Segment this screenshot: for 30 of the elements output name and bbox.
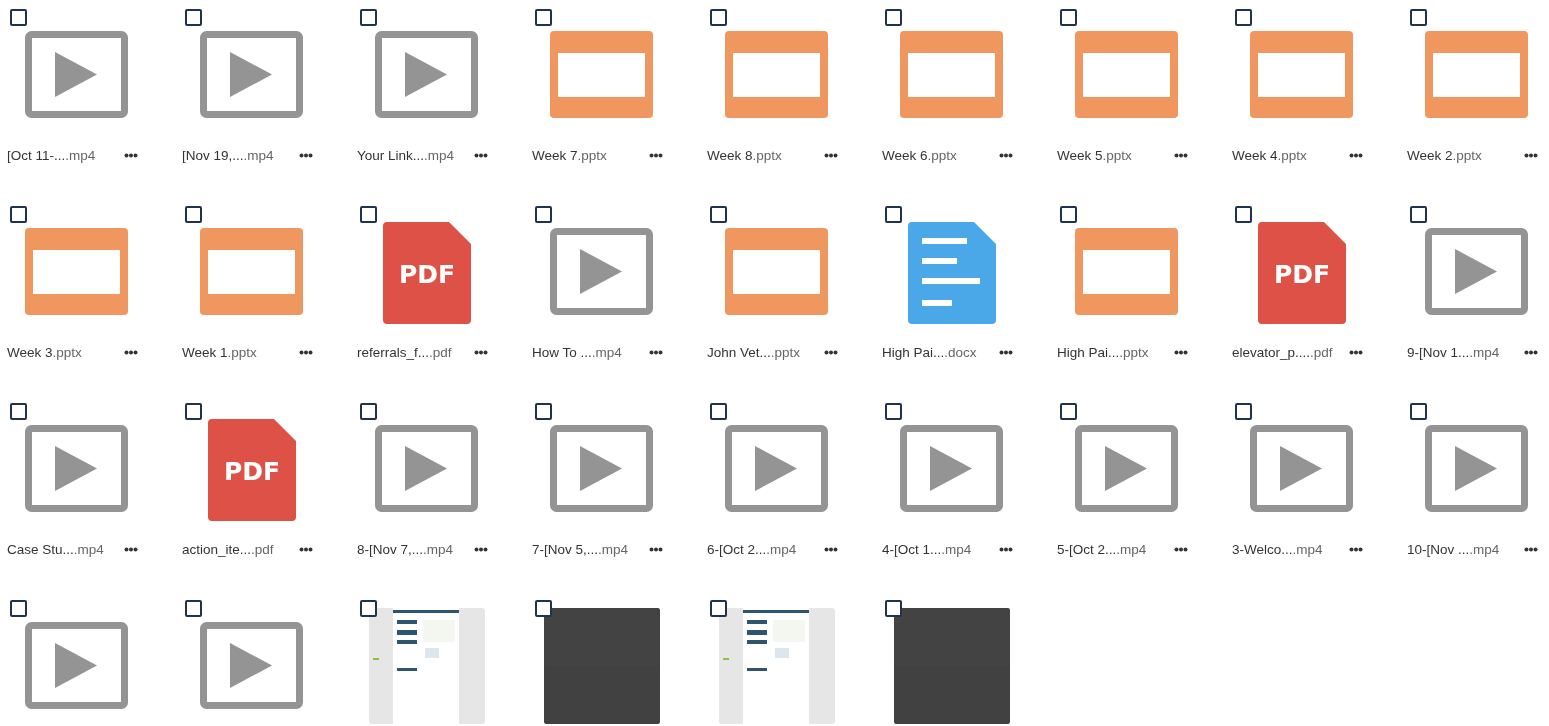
file-name[interactable]: Week 8.pptx [707,146,782,167]
pdf-file-icon: PDF [208,419,296,521]
file-name[interactable]: Week 7.pptx [532,146,607,167]
file-name[interactable]: Week 2.pptx [1407,146,1482,167]
file-name[interactable]: referrals_f....pdf [357,343,452,364]
file-name[interactable]: How To ....mp4 [532,343,622,364]
file-name[interactable]: action_ite....pdf [182,540,274,561]
file-name[interactable]: [Nov 19,....mp4 [182,146,274,167]
file-name[interactable]: 10-[Nov ....mp4 [1407,540,1500,561]
file-name[interactable]: elevator_p.....pdf [1232,343,1333,364]
file-name[interactable]: 8-[Nov 7,....mp4 [357,540,454,561]
file-name[interactable]: John Vet....pptx [707,343,801,364]
file-name[interactable]: 7-[Nov 5,....mp4 [532,540,629,561]
file-name[interactable]: Week 4.pptx [1232,146,1307,167]
file-name[interactable]: 9-[Nov 1....mp4 [1407,343,1500,364]
file-name[interactable]: 6-[Oct 2....mp4 [707,540,797,561]
file-name[interactable]: Week 5.pptx [1057,146,1132,167]
file-name[interactable]: 3-Welco....mp4 [1232,540,1323,561]
file-name[interactable]: High Pai....pptx [1057,343,1149,364]
file-name[interactable]: Week 3.pptx [7,343,82,364]
file-name[interactable]: 4-[Oct 1....mp4 [882,540,972,561]
pdf-file-icon: PDF [1258,222,1346,324]
file-name[interactable]: Case Stu....mp4 [7,540,104,561]
pdf-file-icon: PDF [383,222,471,324]
file-name[interactable]: 5-[Oct 2....mp4 [1057,540,1147,561]
file-name[interactable]: Your Link....mp4 [357,146,455,167]
file-name[interactable]: Week 1.pptx [182,343,257,364]
file-name[interactable]: Week 6.pptx [882,146,957,167]
file-name[interactable]: [Oct 11-....mp4 [7,146,96,167]
file-name[interactable]: High Pai....docx [882,343,977,364]
